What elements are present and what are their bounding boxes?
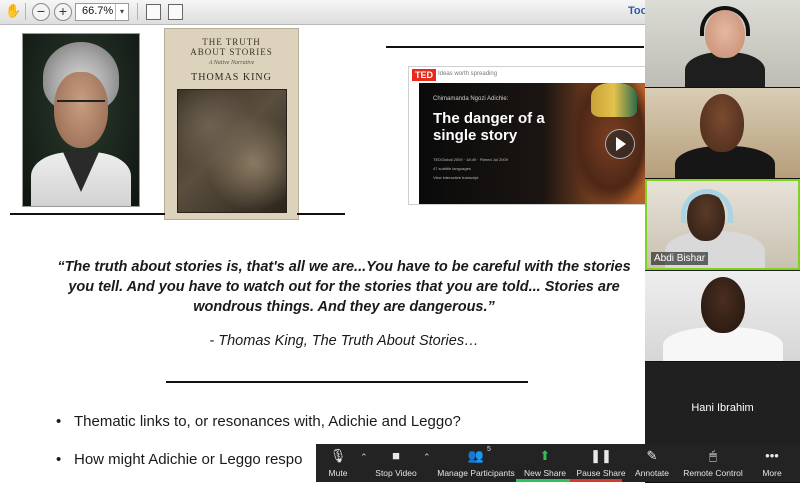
divider-line: [166, 381, 528, 383]
ted-meta-line: View interactive transcript: [433, 175, 479, 180]
mute-button[interactable]: 🎙 Mute: [320, 444, 356, 482]
more-button[interactable]: ••• More: [754, 444, 790, 482]
participant-name: Hani Ibrahim: [691, 402, 754, 414]
zoom-in-button[interactable]: +: [54, 3, 72, 21]
zoom-level-value: 66.7%: [82, 5, 114, 17]
stop-video-label: Stop Video: [375, 468, 417, 478]
pause-share-button[interactable]: ❚❚ Pause Share: [574, 444, 628, 482]
ted-talk-thumbnail[interactable]: TED Ideas worth spreading Chimamanda Ngo…: [408, 66, 646, 205]
zoom-out-button[interactable]: −: [32, 3, 50, 21]
play-icon[interactable]: [605, 129, 635, 159]
remote-control-label: Remote Control: [683, 468, 743, 478]
ted-meta-line: TEDGlobal 2009 · 18:49 · Filmed Jul 2009: [433, 157, 508, 162]
chevron-down-icon[interactable]: ▾: [115, 4, 128, 20]
stop-video-button[interactable]: ■ Stop Video: [372, 444, 420, 482]
manage-participants-label: Manage Participants: [437, 468, 515, 478]
ted-meta: TEDGlobal 2009 · 18:49 · Filmed Jul 2009…: [433, 155, 573, 182]
pause-share-label: Pause Share: [576, 468, 626, 478]
more-label: More: [762, 468, 782, 478]
head-wrap-image: [591, 83, 637, 117]
participant-tile[interactable]: [645, 88, 800, 179]
chevron-up-icon[interactable]: ⌃: [360, 452, 368, 463]
divider-line: [297, 213, 345, 215]
book-cover: THE TRUTH ABOUT STORIES A Native Narrati…: [164, 28, 299, 220]
book-cover-photo: [177, 89, 287, 213]
zoom-level-select[interactable]: 66.7% ▾: [75, 3, 129, 21]
people-icon: 👥: [467, 448, 485, 463]
ted-speaker-name: Chimamanda Ngozi Adichie:: [433, 96, 509, 102]
quote-text: “The truth about stories is, that's all …: [57, 259, 631, 315]
chevron-up-icon[interactable]: ⌃: [423, 452, 431, 463]
pencil-icon: ✎: [646, 448, 658, 463]
annotate-label: Annotate: [634, 468, 670, 478]
hand-tool-icon[interactable]: ✋: [5, 3, 21, 19]
toolbar-separator: [25, 3, 26, 20]
toolbar-separator: [137, 3, 138, 20]
mouse-icon: 🖱: [709, 448, 717, 463]
fit-width-icon[interactable]: [168, 4, 183, 20]
book-title: THE TRUTH ABOUT STORIES: [190, 37, 273, 57]
share-icon: ⬆: [539, 448, 551, 463]
manage-participants-button[interactable]: 👥 5 Manage Participants: [436, 444, 516, 482]
divider-line: [10, 213, 165, 215]
participant-name: Abdi Bishar: [651, 252, 709, 265]
participant-video: [701, 277, 745, 333]
camera-icon: ■: [392, 448, 400, 463]
headphones-icon: [700, 6, 750, 36]
participant-tile-active[interactable]: Abdi Bishar: [645, 179, 800, 270]
participant-tile[interactable]: [645, 0, 800, 88]
participant-tile[interactable]: [645, 271, 800, 362]
headphones-icon: [681, 189, 733, 223]
quote-attribution: - Thomas King, The Truth About Stories…: [209, 333, 479, 349]
ellipsis-icon: •••: [765, 448, 779, 463]
author-portrait: [22, 33, 140, 207]
ted-talk-title: The danger of a single story: [433, 110, 545, 144]
remote-control-button[interactable]: 🖱 Remote Control: [680, 444, 746, 482]
meeting-controls: 🎙 Mute ⌃ ■ Stop Video ⌃ 👥 5 Manage Parti…: [316, 444, 800, 482]
ted-header: TED Ideas worth spreading: [409, 67, 645, 83]
new-share-button[interactable]: ⬆ New Share: [520, 444, 570, 482]
pause-icon: ❚❚: [590, 448, 612, 463]
microphone-icon: 🎙: [329, 448, 347, 463]
mute-label: Mute: [328, 468, 348, 478]
pdf-toolbar: ✋ − + 66.7% ▾ Too: [0, 0, 647, 25]
video-gallery: Abdi Bishar Hani Ibrahim: [645, 0, 800, 483]
ted-logo: TED: [412, 69, 436, 81]
ted-tagline: Ideas worth spreading: [438, 71, 498, 77]
book-subtitle: A Native Narrative: [208, 60, 255, 66]
ted-meta-line: 47 subtitle languages: [433, 166, 471, 171]
new-share-label: New Share: [523, 468, 567, 478]
book-author: THOMAS KING: [191, 72, 272, 83]
annotate-button[interactable]: ✎ Annotate: [630, 444, 674, 482]
participant-video: [700, 94, 744, 152]
participant-count: 5: [487, 446, 491, 453]
divider-line: [386, 46, 644, 48]
fit-page-icon[interactable]: [146, 4, 161, 20]
